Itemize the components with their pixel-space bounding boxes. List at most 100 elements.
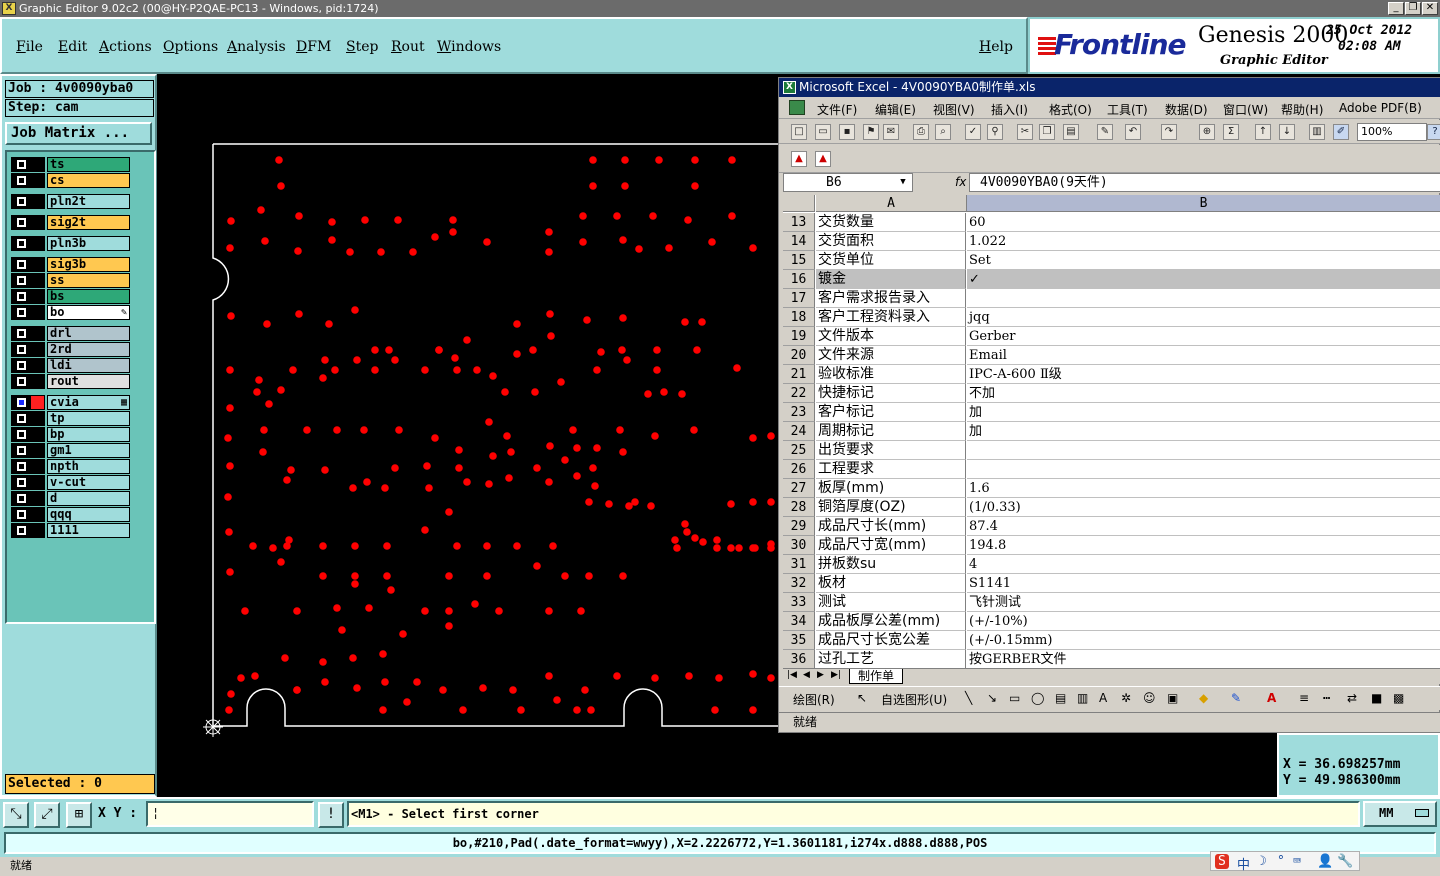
pad[interactable] xyxy=(691,182,699,190)
cell-b[interactable]: 1.6 xyxy=(967,479,1440,498)
pad[interactable] xyxy=(224,434,232,442)
pad[interactable] xyxy=(545,607,553,615)
layer-checkbox[interactable] xyxy=(11,215,45,230)
pad[interactable] xyxy=(455,446,463,454)
pad[interactable] xyxy=(503,432,511,440)
spreadsheet-grid[interactable]: A B 13 交货数量 60 14 交货面积 1.022 15 交货单位 Set 16 镀金 ✓ 17 客… xyxy=(783,195,1440,668)
layer-checkbox[interactable] xyxy=(11,374,45,389)
pad[interactable] xyxy=(501,388,509,396)
cell-b[interactable]: 加 xyxy=(967,403,1440,422)
pad[interactable] xyxy=(319,572,327,580)
picture-icon[interactable]: ▣ xyxy=(1167,691,1178,705)
pad[interactable] xyxy=(690,426,698,434)
row-header[interactable]: 21 xyxy=(783,365,815,384)
layer-checkbox[interactable] xyxy=(11,491,45,506)
pad[interactable] xyxy=(727,500,735,508)
pad[interactable] xyxy=(618,346,626,354)
settings-icon[interactable]: 🔧 xyxy=(1337,854,1353,869)
pad[interactable] xyxy=(561,572,569,580)
pad[interactable] xyxy=(597,348,605,356)
menu-options[interactable]: Options xyxy=(163,39,218,55)
pad[interactable] xyxy=(423,462,431,470)
menu-step[interactable]: Step xyxy=(346,39,378,55)
pad[interactable] xyxy=(619,314,627,322)
print-icon[interactable]: ⎙ xyxy=(913,124,929,140)
row-header[interactable]: 17 xyxy=(783,289,815,308)
cell-a[interactable]: 板材 xyxy=(816,574,966,593)
format-painter-icon[interactable]: ✎ xyxy=(1097,124,1113,140)
pad[interactable] xyxy=(403,698,411,706)
pad[interactable] xyxy=(391,464,399,472)
pad[interactable] xyxy=(547,332,555,340)
pdf-convert-icon[interactable]: ▲ xyxy=(791,151,807,167)
cell-b[interactable]: (1/0.33) xyxy=(967,498,1440,517)
pad[interactable] xyxy=(591,482,599,490)
pad[interactable] xyxy=(553,696,561,704)
layer-row[interactable]: cvia ▦ xyxy=(10,395,130,410)
layer-name[interactable]: pln3b xyxy=(47,236,130,251)
cell-b[interactable]: 60 xyxy=(967,213,1440,232)
row-header[interactable]: 16 xyxy=(783,270,815,289)
menu-help[interactable]: Help xyxy=(979,39,1013,55)
pad[interactable] xyxy=(685,672,693,680)
layer-name[interactable]: sig3b xyxy=(47,257,130,272)
job-matrix-button[interactable]: Job Matrix ... xyxy=(5,122,152,145)
user-icon[interactable]: 👤 xyxy=(1317,854,1333,869)
name-box-dropdown-icon[interactable]: ▼ xyxy=(896,175,910,190)
pad[interactable] xyxy=(421,526,429,534)
wordart-icon[interactable]: A xyxy=(1099,691,1107,705)
half-width-icon[interactable]: ☽ xyxy=(1259,854,1267,869)
oval-icon[interactable]: ◯ xyxy=(1031,691,1044,705)
pad[interactable] xyxy=(623,356,631,364)
excel-menu-format[interactable]: 格式(O) xyxy=(1049,101,1092,118)
pad[interactable] xyxy=(287,466,295,474)
layer-name[interactable]: d xyxy=(47,491,130,506)
redo-icon[interactable]: ↷ xyxy=(1161,124,1177,140)
layer-name[interactable]: ldi xyxy=(47,358,130,373)
pad[interactable] xyxy=(360,426,368,434)
cell-a[interactable]: 过孔工艺 xyxy=(816,650,966,668)
pad[interactable] xyxy=(445,508,453,516)
pad[interactable] xyxy=(289,366,297,374)
row-header[interactable]: 36 xyxy=(783,650,815,668)
graphic-canvas[interactable] xyxy=(157,74,780,797)
pad[interactable] xyxy=(321,678,329,686)
pad[interactable] xyxy=(294,247,302,255)
pad[interactable] xyxy=(533,464,541,472)
layer-name[interactable]: v-cut xyxy=(47,475,130,490)
pad[interactable] xyxy=(509,686,517,694)
units-select[interactable]: MM xyxy=(1363,801,1437,827)
measure-icon[interactable]: ⤢ xyxy=(34,802,60,828)
row-header[interactable]: 18 xyxy=(783,308,815,327)
pad[interactable] xyxy=(261,237,269,245)
pad[interactable] xyxy=(489,372,497,380)
excel-menu-file[interactable]: 文件(F) xyxy=(817,101,857,118)
row-header[interactable]: 31 xyxy=(783,555,815,574)
pad[interactable] xyxy=(507,448,515,456)
clipart-icon[interactable]: ☺ xyxy=(1143,691,1156,705)
select-all-corner[interactable] xyxy=(783,195,815,212)
cell-b[interactable]: 194.8 xyxy=(967,536,1440,555)
pad[interactable] xyxy=(361,216,369,224)
menu-file[interactable]: File xyxy=(16,39,43,55)
pad[interactable] xyxy=(421,607,429,615)
pad[interactable] xyxy=(383,572,391,580)
pad[interactable] xyxy=(749,498,757,506)
pad[interactable] xyxy=(249,542,257,550)
pad[interactable] xyxy=(545,248,553,256)
layer-name[interactable]: tp xyxy=(47,411,130,426)
pad[interactable] xyxy=(449,216,457,224)
pad[interactable] xyxy=(453,542,461,550)
pad[interactable] xyxy=(593,444,601,452)
minimize-button[interactable]: _ xyxy=(1388,2,1404,15)
pad[interactable] xyxy=(365,604,373,612)
pad[interactable] xyxy=(227,312,235,320)
pad[interactable] xyxy=(749,706,757,714)
pad[interactable] xyxy=(226,568,234,576)
row-header[interactable]: 26 xyxy=(783,460,815,479)
cell-a[interactable]: 拼板数su xyxy=(816,555,966,574)
chart-wizard-icon[interactable]: ▥ xyxy=(1309,124,1325,140)
prev-sheet-icon[interactable]: ◀ xyxy=(803,670,810,680)
alert-icon[interactable]: ! xyxy=(318,802,344,828)
layer-checkbox[interactable] xyxy=(11,289,45,304)
